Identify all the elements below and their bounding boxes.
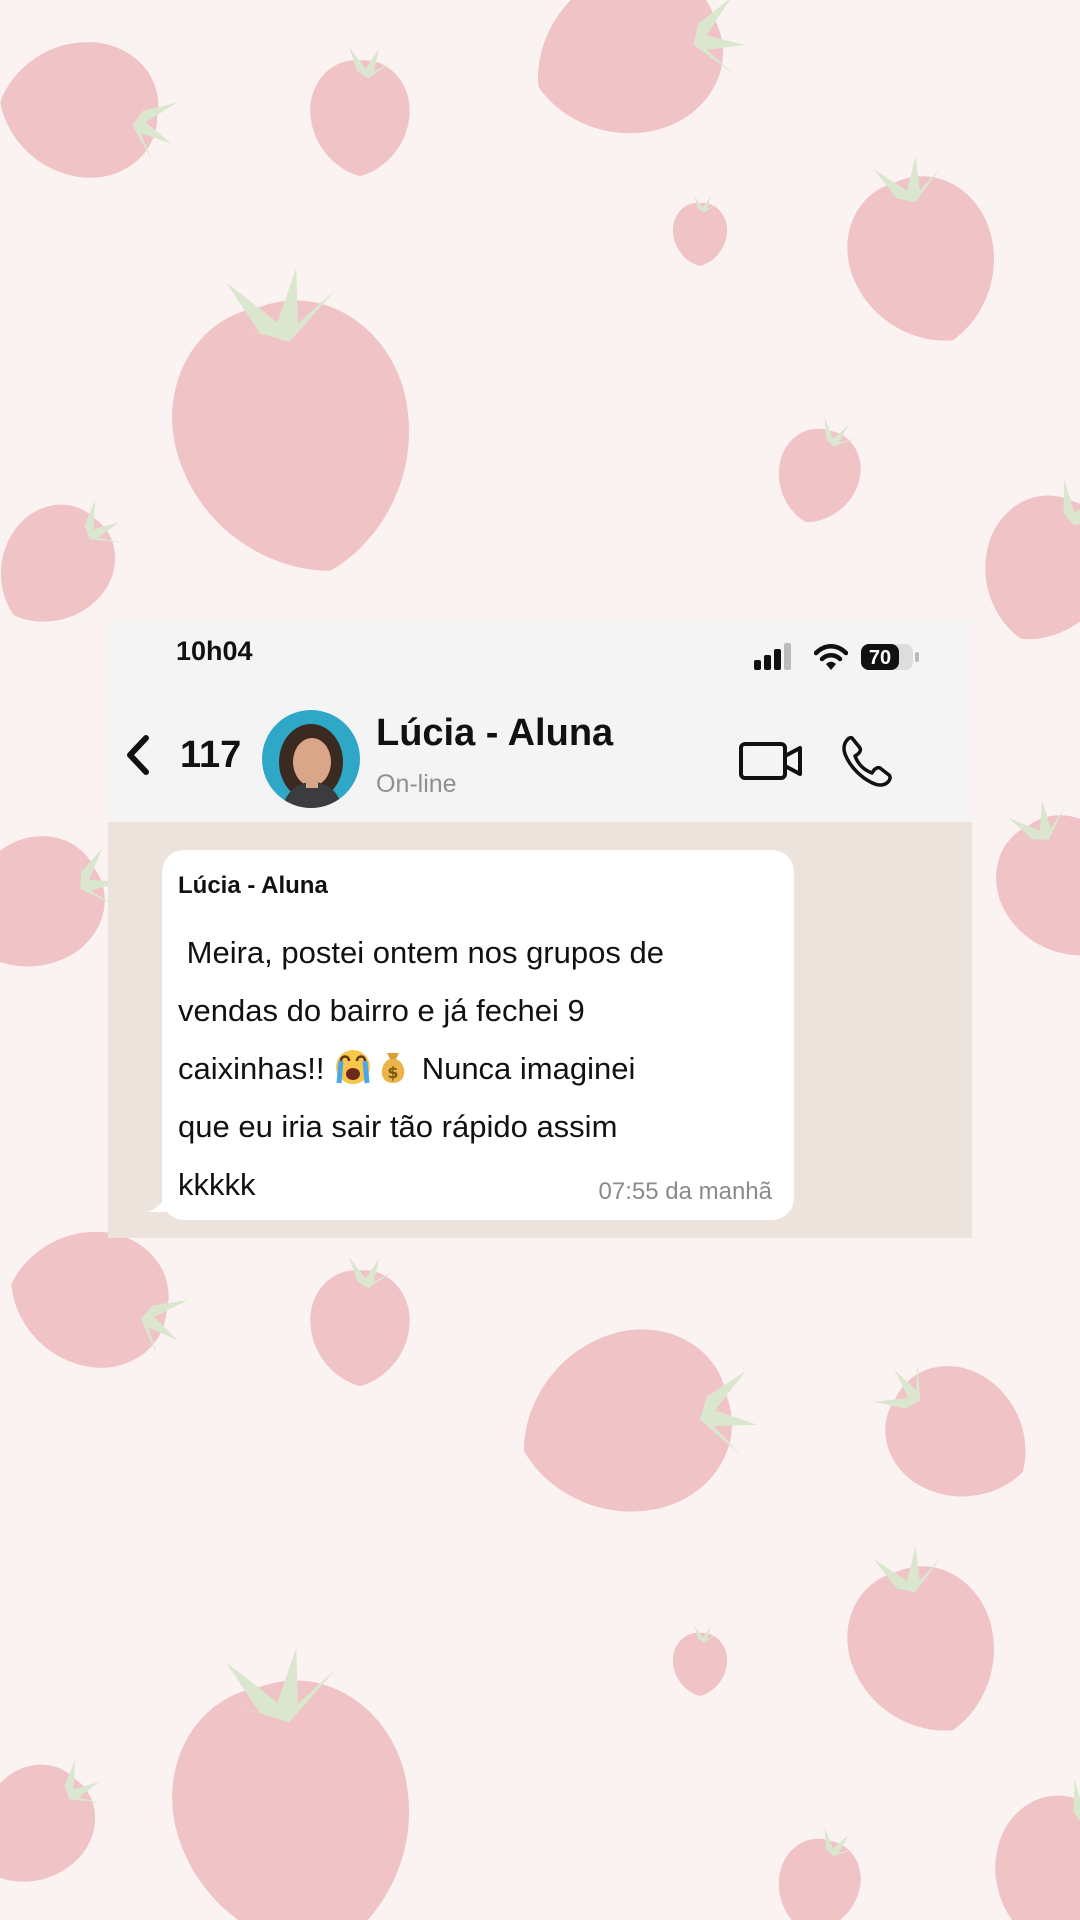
- battery-level: 70: [869, 647, 891, 669]
- status-bar-icons: 70: [752, 642, 920, 672]
- message-sender: Lúcia - Aluna: [178, 872, 328, 899]
- crying-face-emoji: [336, 1050, 371, 1084]
- unread-count[interactable]: 117: [180, 734, 241, 777]
- contact-status: On-line: [376, 770, 457, 798]
- message-text: Meira, postei ontem nos grupos de vendas…: [178, 924, 778, 1214]
- message-line: Nunca imaginei: [413, 1051, 636, 1086]
- wifi-icon: [814, 644, 848, 670]
- contact-name[interactable]: Lúcia - Aluna: [376, 712, 613, 755]
- money-bag-emoji: $: [381, 1053, 405, 1083]
- signal-icon: [754, 643, 791, 670]
- message-line: que eu iria sair tão rápido assim: [178, 1109, 618, 1144]
- battery-icon: 70: [861, 644, 919, 670]
- message-bubble[interactable]: Lúcia - Aluna Meira, postei ontem nos gr…: [162, 850, 794, 1220]
- status-bar-time: 10h04: [176, 636, 253, 666]
- message-time: 07:55 da manhã: [598, 1178, 772, 1205]
- svg-text:$: $: [388, 1063, 399, 1082]
- back-chevron-icon[interactable]: [120, 730, 154, 780]
- chat-header: 10h04 70 117 Lúcia - Aluna On-line: [108, 620, 972, 822]
- chat-screenshot: 10h04 70 117 Lúcia - Aluna On-line Lúcia…: [108, 620, 972, 1238]
- message-line: kkkkk: [178, 1167, 256, 1202]
- chat-area: Lúcia - Aluna Meira, postei ontem nos gr…: [108, 822, 972, 1238]
- message-line: caixinhas!!: [178, 1051, 334, 1086]
- avatar[interactable]: [262, 710, 360, 808]
- phone-icon[interactable]: [838, 732, 894, 788]
- message-line: vendas do bairro e já fechei 9: [178, 993, 585, 1028]
- message-line: Meira, postei ontem nos grupos de: [178, 935, 664, 970]
- video-camera-icon[interactable]: [738, 736, 804, 786]
